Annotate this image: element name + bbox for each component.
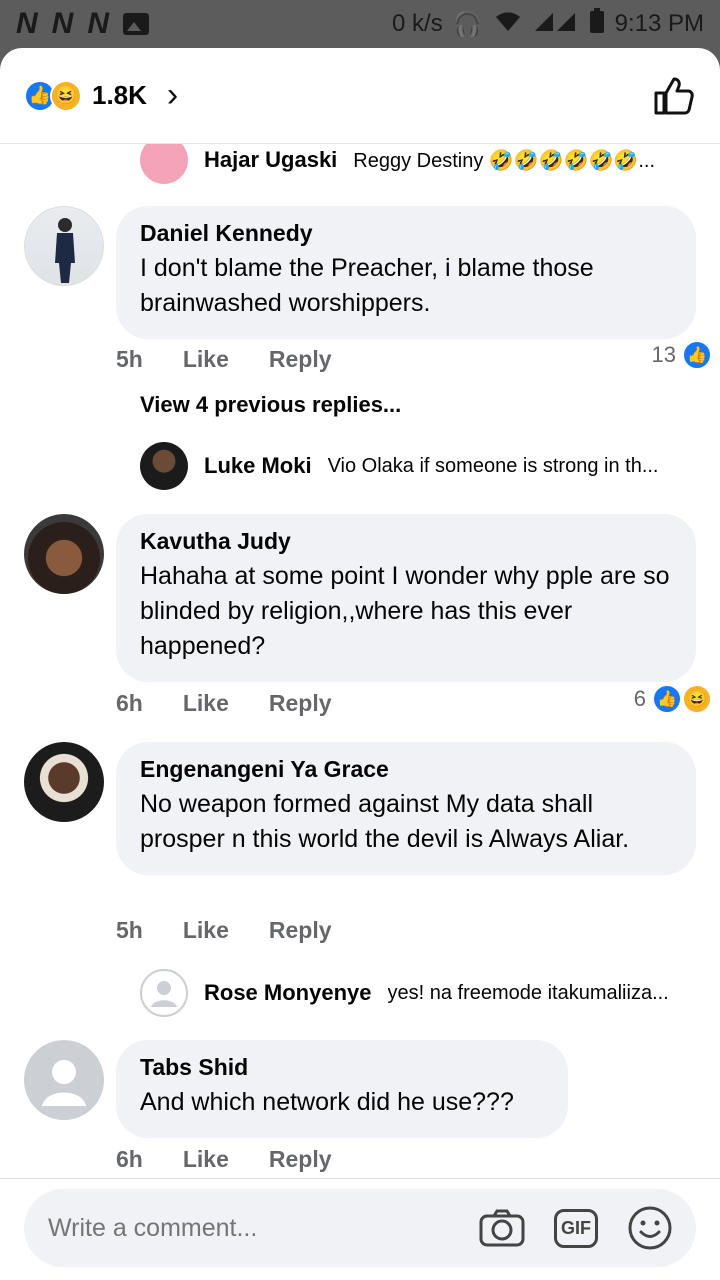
like-button[interactable]: Like	[183, 1146, 229, 1173]
like-button[interactable]: Like	[183, 346, 229, 373]
comment-time: 5h	[116, 917, 143, 943]
reply-button[interactable]: Reply	[269, 690, 332, 717]
avatar[interactable]	[24, 742, 104, 822]
comments-sheet: 👍 😆 1.8K › Hajar Ugaski Reggy Destiny 🤣🤣…	[0, 48, 720, 1280]
like-button[interactable]: Like	[183, 690, 229, 717]
avatar[interactable]	[24, 1040, 104, 1120]
clock: 9:13 PM	[614, 10, 704, 37]
comment-text: No weapon formed against My data shall p…	[140, 790, 630, 853]
comment-time: 6h	[116, 690, 143, 716]
status-bar: N N N 0 k/s 🎧 9:13 PM	[0, 0, 720, 48]
reaction-count: 1.8K	[92, 80, 147, 110]
comment-text: Hahaha at some point I wonder why pple a…	[140, 562, 670, 660]
chevron-right-icon[interactable]: ›	[167, 76, 178, 115]
like-button[interactable]: Like	[183, 917, 229, 944]
comment-bubble[interactable]: Kavutha Judy Hahaha at some point I wond…	[116, 514, 696, 682]
reply-text: Reggy Destiny 🤣🤣🤣🤣🤣🤣...	[353, 149, 655, 172]
comment-text: I don't blame the Preacher, i blame thos…	[140, 254, 594, 317]
comment-actions: 6h Like Reply	[116, 690, 332, 717]
comment-time: 5h	[116, 346, 143, 372]
comment-time: 6h	[116, 1146, 143, 1172]
like-reaction-icon: 👍	[652, 684, 682, 714]
comment-author[interactable]: Engenangeni Ya Grace	[140, 756, 670, 783]
gif-label: GIF	[554, 1208, 598, 1248]
reply-preview[interactable]: Rose Monyenye yes! na freemode itakumali…	[140, 969, 700, 1017]
comment-bubble[interactable]: Tabs Shid And which network did he use??…	[116, 1040, 568, 1138]
reply-text: yes! na freemode itakumaliiza...	[387, 981, 669, 1004]
composer-box: GIF	[24, 1189, 696, 1267]
reply-text: Vio Olaka if someone is strong in th...	[327, 454, 659, 477]
comment-actions: 5h Like Reply	[116, 346, 332, 373]
comment-reactions[interactable]: 13 👍	[652, 340, 712, 370]
gif-button[interactable]: GIF	[550, 1202, 602, 1254]
camera-icon[interactable]	[476, 1202, 528, 1254]
avatar[interactable]	[140, 442, 188, 490]
reply-button[interactable]: Reply	[269, 1146, 332, 1173]
wifi-icon	[493, 9, 523, 40]
comment-composer: GIF	[0, 1178, 720, 1280]
net-speed: 0 k/s	[392, 10, 443, 37]
comment-bubble[interactable]: Engenangeni Ya Grace No weapon formed ag…	[116, 742, 696, 875]
battery-icon	[589, 7, 605, 41]
reply-author[interactable]: Rose Monyenye	[204, 980, 372, 1006]
haha-reaction-icon: 😆	[682, 684, 712, 714]
haha-reaction-icon: 😆	[50, 79, 82, 112]
comment-text: And which network did he use???	[140, 1088, 514, 1116]
comment-list[interactable]: Hajar Ugaski Reggy Destiny 🤣🤣🤣🤣🤣🤣... Dan…	[0, 144, 720, 1184]
comment-author[interactable]: Kavutha Judy	[140, 528, 670, 555]
carrier-icon: N	[87, 7, 110, 40]
emoji-icon[interactable]	[624, 1202, 676, 1254]
signal-icon	[533, 9, 579, 40]
reactions-header: 👍 😆 1.8K ›	[0, 48, 720, 144]
comment-author[interactable]: Daniel Kennedy	[140, 220, 670, 247]
avatar[interactable]	[24, 206, 104, 286]
comment-reactions[interactable]: 6 👍 😆	[634, 684, 712, 714]
carrier-icon: N	[16, 7, 38, 40]
reaction-count: 6	[633, 686, 646, 711]
reply-author[interactable]: Hajar Ugaski	[204, 147, 337, 173]
reply-button[interactable]: Reply	[269, 917, 332, 944]
comment-author[interactable]: Tabs Shid	[140, 1054, 542, 1081]
avatar[interactable]	[140, 969, 188, 1017]
comment-actions: 5h Like Reply	[116, 917, 332, 944]
reply-author[interactable]: Luke Moki	[204, 453, 312, 479]
reply-button[interactable]: Reply	[269, 346, 332, 373]
avatar[interactable]	[140, 144, 188, 184]
comment-bubble[interactable]: Daniel Kennedy I don't blame the Preache…	[116, 206, 696, 339]
avatar[interactable]	[24, 514, 104, 594]
view-previous-replies[interactable]: View 4 previous replies...	[140, 392, 401, 418]
gallery-icon	[123, 13, 150, 35]
reply-preview[interactable]: Hajar Ugaski Reggy Destiny 🤣🤣🤣🤣🤣🤣...	[140, 144, 700, 184]
reactions-summary[interactable]: 👍 😆 1.8K ›	[24, 76, 178, 115]
reaction-count: 13	[651, 342, 676, 367]
reply-preview[interactable]: Luke Moki Vio Olaka if someone is strong…	[140, 442, 700, 490]
comment-actions: 6h Like Reply	[116, 1146, 332, 1173]
like-reaction-icon: 👍	[682, 340, 712, 370]
carrier-icon: N	[51, 7, 74, 40]
comment-input[interactable]	[48, 1213, 454, 1243]
like-post-button[interactable]	[650, 73, 696, 119]
headphones-icon: 🎧	[452, 10, 483, 38]
